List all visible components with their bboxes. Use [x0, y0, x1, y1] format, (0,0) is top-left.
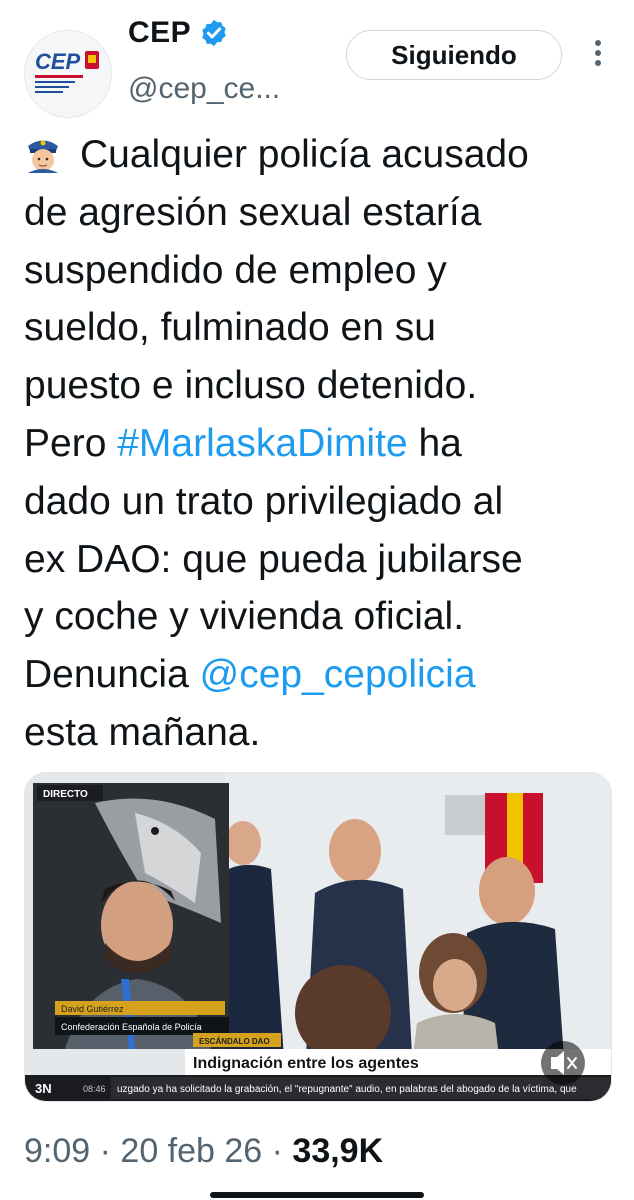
tweet-line: ex DAO: que pueda jubilarse	[24, 537, 523, 581]
view-count[interactable]: 33,9K	[292, 1132, 383, 1170]
tweet-line: dado un trato privilegiado al	[24, 479, 504, 523]
author-name-row[interactable]: CEP	[128, 16, 229, 50]
broadcast-time: 08:46	[83, 1084, 106, 1094]
verified-badge-icon	[202, 19, 226, 47]
author-display-name[interactable]: CEP	[128, 16, 191, 50]
meta-separator: ·	[90, 1132, 121, 1170]
person-name: David Gutiérrez	[61, 1004, 124, 1014]
video-headline: Indignación entre los agentes	[193, 1055, 419, 1072]
following-button[interactable]: Siguiendo	[346, 30, 562, 80]
avatar[interactable]: CEP	[24, 30, 112, 118]
meta-separator: ·	[262, 1132, 293, 1170]
tweet-line: sueldo, fulminado en su	[24, 306, 436, 350]
tweet-line: y coche y vivienda oficial.	[24, 595, 465, 639]
topic-label: ESCÁNDALO DAO	[199, 1037, 270, 1046]
video-frame: DIRECTO David Gutiérrez Confederación Es…	[25, 773, 611, 1101]
person-org: Confederación Española de Policía	[61, 1022, 202, 1032]
tweet-header: CEP CEP @cep_ce... Siguiendo	[0, 0, 634, 118]
more-vertical-icon[interactable]	[586, 38, 610, 68]
tweet-line: de agresión sexual estaría	[24, 190, 482, 234]
home-indicator	[210, 1192, 424, 1198]
tweet-date[interactable]: 20 feb 26	[120, 1132, 262, 1170]
speaker-muted-icon[interactable]	[541, 1041, 585, 1085]
police-officer-emoji	[28, 140, 58, 173]
video-player[interactable]: DIRECTO David Gutiérrez Confederación Es…	[24, 772, 612, 1102]
tweet-line: Pero #MarlaskaDimite ha	[24, 415, 620, 473]
channel-logo: 3N	[35, 1081, 52, 1096]
tweet-text-segment: ha	[407, 421, 462, 465]
tweet-metadata: 9:09 · 20 feb 26 · 33,9K	[24, 1132, 383, 1171]
cep-logo: CEP	[25, 31, 111, 117]
tweet-text-segment: Pero	[24, 421, 118, 465]
news-ticker: uzgado ya ha solicitado la grabación, el…	[117, 1084, 577, 1095]
tweet-text-segment: Denuncia	[24, 653, 200, 697]
hair-figure-foreground	[295, 965, 391, 1061]
tweet-line: suspendido de empleo y	[24, 248, 447, 292]
tweet-line: Cualquier policía acusado	[24, 126, 620, 184]
live-badge: DIRECTO	[43, 789, 88, 800]
hashtag-link[interactable]: #MarlaskaDimite	[117, 422, 407, 465]
tweet-line: puesto e incluso detenido.	[24, 364, 478, 408]
tweet-line-text: Cualquier policía acusado	[80, 133, 529, 176]
author-handle[interactable]: @cep_ce...	[128, 72, 280, 106]
tweet-time[interactable]: 9:09	[24, 1132, 90, 1170]
tweet-line: Denuncia @cep_cepolicia	[24, 646, 620, 704]
svg-text:CEP: CEP	[35, 49, 81, 74]
tweet-line: esta mañana.	[24, 710, 261, 754]
mention-link[interactable]: @cep_cepolicia	[200, 653, 476, 696]
tweet-text: Cualquier policía acusado de agresión se…	[24, 126, 620, 762]
